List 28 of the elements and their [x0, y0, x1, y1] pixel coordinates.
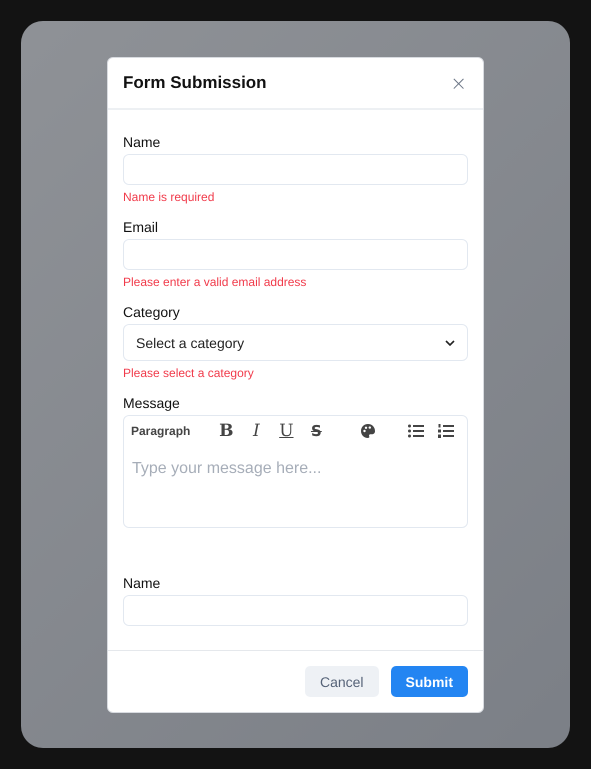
message-editor[interactable]: Paragraph B I U S Type your message here...: [123, 415, 468, 528]
cancel-button[interactable]: Cancel: [304, 666, 379, 697]
strike-button[interactable]: S: [306, 421, 326, 441]
input-field[interactable]: [123, 239, 468, 270]
numbered-list-button[interactable]: [436, 421, 456, 441]
underline-button[interactable]: U: [276, 421, 296, 441]
placeholder-text: Type your message here...: [131, 459, 322, 479]
numbered-list-icon: [438, 424, 454, 438]
close-button[interactable]: ×: [450, 73, 467, 93]
input-field[interactable]: [123, 154, 468, 185]
field-label: Email: [123, 218, 160, 237]
error-message: Name is required: [123, 189, 216, 205]
palette-icon: [360, 423, 376, 439]
bold-button[interactable]: B: [216, 421, 236, 441]
error-message: Please enter a valid email address: [123, 274, 308, 290]
select-field[interactable]: Select a category: [123, 324, 468, 361]
field-label: Name: [123, 574, 162, 593]
field-label: Name: [123, 133, 162, 152]
bullet-list-icon: [408, 424, 424, 438]
paragraph-dropdown[interactable]: Paragraph: [131, 424, 190, 438]
field-label: Message: [123, 394, 181, 413]
input-field[interactable]: [123, 595, 468, 626]
dialog-title: Form Submission: [123, 73, 267, 93]
italic-button[interactable]: I: [246, 421, 266, 441]
chevron-down-icon: [445, 340, 455, 346]
submit-button[interactable]: Submit: [390, 666, 468, 697]
error-message: Please select a category: [123, 365, 255, 381]
field-label: Category: [123, 303, 181, 322]
